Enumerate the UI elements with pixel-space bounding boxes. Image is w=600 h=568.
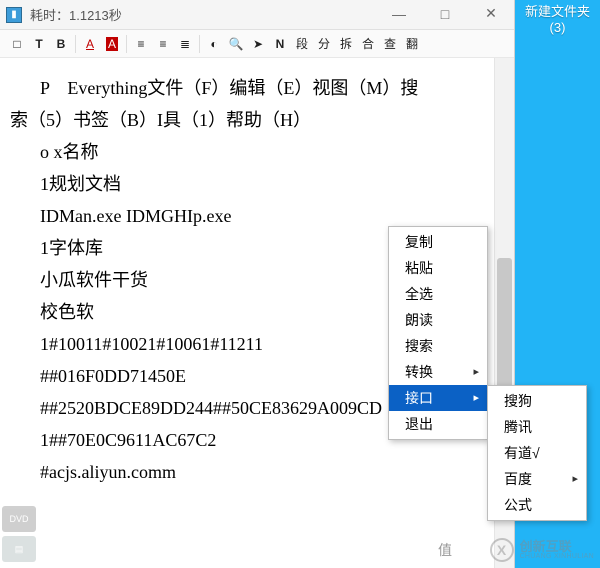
- menu-copy[interactable]: 复制: [389, 229, 487, 255]
- desktop-folder-shortcut[interactable]: 新建文件夹 (3): [515, 4, 600, 36]
- text-line: P Everything文件（F）编辑（E）视图（M）搜: [10, 72, 484, 104]
- context-menu: 复制 粘贴 全选 朗读 搜索 转换 接口 退出: [388, 226, 488, 440]
- text-line: 1规划文档: [40, 168, 484, 200]
- bold-button[interactable]: B: [50, 33, 72, 55]
- taskbar-peek-icons: DVD ▤: [2, 506, 36, 562]
- text-line: 索（5）书签（B）I具（1）帮助（H）: [10, 104, 484, 136]
- titlebar[interactable]: ▮ 耗时：1.1213秒 — □ ✕: [0, 0, 514, 30]
- merge-button[interactable]: 合: [357, 33, 379, 55]
- menu-search[interactable]: 搜索: [389, 333, 487, 359]
- menu-paste[interactable]: 粘贴: [389, 255, 487, 281]
- rect-tool-button[interactable]: □: [6, 33, 28, 55]
- mask-button[interactable]: ◐: [203, 33, 225, 55]
- close-button[interactable]: ✕: [468, 0, 514, 28]
- search-button[interactable]: 🔍: [225, 33, 247, 55]
- drive-icon[interactable]: ▤: [2, 536, 36, 562]
- text-line: o x名称: [40, 136, 484, 168]
- watermark-logo: X 创新互联 CHUANG XINHULIAN: [490, 538, 594, 562]
- font-color-button[interactable]: A: [79, 33, 101, 55]
- toolbar-separator: [75, 35, 76, 53]
- menu-exit[interactable]: 退出: [389, 411, 487, 437]
- menu-read-aloud[interactable]: 朗读: [389, 307, 487, 333]
- toolbar: □ T B A A ≡ ≡ ≣ ◐ 🔍 ➤ N 段 分 拆 合 查 翻: [0, 30, 514, 58]
- translate-button[interactable]: 翻: [401, 33, 423, 55]
- minimize-button[interactable]: —: [376, 0, 422, 28]
- align-right-button[interactable]: ≣: [174, 33, 196, 55]
- highlight-color-button[interactable]: A: [101, 33, 123, 55]
- window-controls: — □ ✕: [376, 0, 514, 30]
- dvd-drive-icon[interactable]: DVD: [2, 506, 36, 532]
- align-left-button[interactable]: ≡: [130, 33, 152, 55]
- submenu-tencent[interactable]: 腾讯: [488, 414, 586, 440]
- submenu-sogou[interactable]: 搜狗: [488, 388, 586, 414]
- toolbar-separator: [199, 35, 200, 53]
- logo-mark-icon: X: [490, 538, 514, 562]
- split-button[interactable]: 分: [313, 33, 335, 55]
- dismantle-button[interactable]: 拆: [335, 33, 357, 55]
- maximize-button[interactable]: □: [422, 0, 468, 28]
- submenu-formula[interactable]: 公式: [488, 492, 586, 518]
- n-button[interactable]: N: [269, 33, 291, 55]
- submenu-baidu[interactable]: 百度: [488, 466, 586, 492]
- menu-select-all[interactable]: 全选: [389, 281, 487, 307]
- desktop-folder-label-2: (3): [515, 20, 600, 36]
- send-button[interactable]: ➤: [247, 33, 269, 55]
- app-icon: ▮: [6, 7, 22, 23]
- window-title: 耗时：1.1213秒: [30, 5, 376, 24]
- context-submenu-interface: 搜狗 腾讯 有道√ 百度 公式: [487, 385, 587, 521]
- menu-interface[interactable]: 接口: [389, 385, 487, 411]
- value-label: 值: [438, 540, 452, 560]
- desktop-folder-label-1: 新建文件夹: [515, 4, 600, 20]
- align-center-button[interactable]: ≡: [152, 33, 174, 55]
- menu-convert[interactable]: 转换: [389, 359, 487, 385]
- lookup-button[interactable]: 查: [379, 33, 401, 55]
- toolbar-separator: [126, 35, 127, 53]
- submenu-youdao[interactable]: 有道√: [488, 440, 586, 466]
- text-tool-button[interactable]: T: [28, 33, 50, 55]
- paragraph-button[interactable]: 段: [291, 33, 313, 55]
- text-line: #acjs.aliyun.comm: [40, 456, 484, 488]
- logo-text: 创新互联 CHUANG XINHULIAN: [520, 540, 594, 560]
